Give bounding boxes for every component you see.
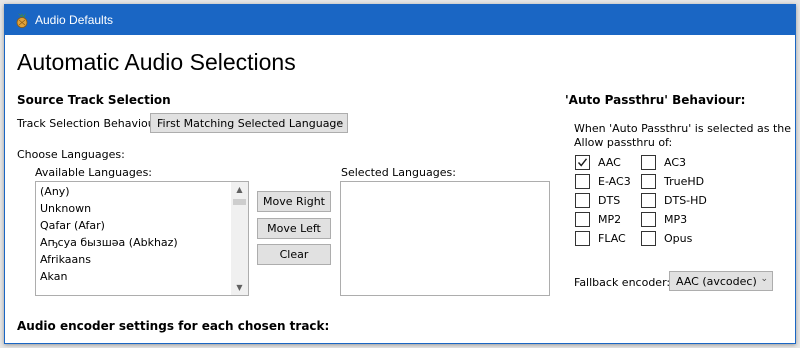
- available-languages-label: Available Languages:: [35, 166, 153, 179]
- track-selection-behaviour-label: Track Selection Behaviour:: [17, 117, 163, 130]
- fallback-encoder-value: AAC (avcodec): [676, 275, 757, 288]
- track-selection-behaviour-dropdown[interactable]: First Matching Selected Language ⌄: [150, 113, 348, 133]
- checkbox[interactable]: [575, 231, 590, 246]
- list-item[interactable]: Unknown: [40, 202, 91, 215]
- checkbox[interactable]: [641, 212, 656, 227]
- checkbox-label: Opus: [664, 232, 693, 245]
- passthru-description: When 'Auto Passthru' is selected as the …: [574, 122, 796, 135]
- app-icon: [16, 13, 28, 28]
- checkbox[interactable]: [641, 155, 656, 170]
- checkbox[interactable]: [575, 193, 590, 208]
- list-item[interactable]: Qafar (Afar): [40, 219, 105, 232]
- audio-defaults-window: Audio Defaults Automatic Audio Selection…: [4, 4, 796, 344]
- choose-languages-label: Choose Languages:: [17, 148, 125, 161]
- allow-passthru-label: Allow passthru of:: [574, 136, 673, 149]
- clear-button[interactable]: Clear: [257, 244, 331, 265]
- list-item[interactable]: Аҧсуа бызшәа (Abkhaz): [40, 236, 178, 249]
- checkbox[interactable]: [575, 155, 590, 170]
- chevron-down-icon: ⌄: [760, 274, 768, 284]
- checkbox-label: DTS: [598, 194, 621, 207]
- checkbox[interactable]: [641, 174, 656, 189]
- selected-languages-label: Selected Languages:: [341, 166, 456, 179]
- checkbox-label: AAC: [598, 156, 621, 169]
- move-left-button[interactable]: Move Left: [257, 218, 331, 239]
- encoder-settings-section-title: Audio encoder settings for each chosen t…: [17, 319, 330, 333]
- scroll-up-arrow-icon[interactable]: ▲: [231, 182, 248, 197]
- list-item[interactable]: Afrikaans: [40, 253, 91, 266]
- page-heading: Automatic Audio Selections: [17, 49, 296, 75]
- title-bar[interactable]: Audio Defaults: [5, 5, 795, 35]
- available-languages-list[interactable]: (Any) Unknown Qafar (Afar) Аҧсуа бызшәа …: [35, 181, 249, 296]
- checkbox-label: DTS-HD: [664, 194, 707, 207]
- available-languages-scrollbar[interactable]: ▲ ▼: [231, 182, 248, 295]
- track-selection-behaviour-value: First Matching Selected Language: [157, 117, 344, 130]
- checkbox-label: MP3: [664, 213, 688, 226]
- fallback-encoder-dropdown[interactable]: AAC (avcodec) ⌄: [669, 271, 773, 291]
- move-right-button[interactable]: Move Right: [257, 191, 331, 212]
- checkbox[interactable]: [641, 231, 656, 246]
- checkbox-label: E-AC3: [598, 175, 631, 188]
- dialog-content: Automatic Audio Selections Source Track …: [5, 35, 795, 343]
- checkbox-label: FLAC: [598, 232, 626, 245]
- chevron-down-icon: ⌄: [335, 116, 343, 126]
- fallback-encoder-label: Fallback encoder:: [574, 276, 671, 289]
- selected-languages-list[interactable]: [340, 181, 550, 296]
- list-item[interactable]: (Any): [40, 185, 70, 198]
- checkbox-label: TrueHD: [664, 175, 705, 188]
- checkbox-label: AC3: [664, 156, 687, 169]
- list-item[interactable]: Akan: [40, 270, 67, 283]
- checkbox[interactable]: [641, 193, 656, 208]
- scroll-down-arrow-icon[interactable]: ▼: [231, 280, 248, 295]
- checkmark-icon: [577, 158, 588, 167]
- checkbox-label: MP2: [598, 213, 622, 226]
- scrollbar-thumb[interactable]: [233, 199, 246, 205]
- checkbox[interactable]: [575, 174, 590, 189]
- auto-passthru-section-title: 'Auto Passthru' Behaviour:: [565, 93, 746, 107]
- source-track-section-title: Source Track Selection: [17, 93, 171, 107]
- checkbox[interactable]: [575, 212, 590, 227]
- window-title: Audio Defaults: [35, 13, 114, 27]
